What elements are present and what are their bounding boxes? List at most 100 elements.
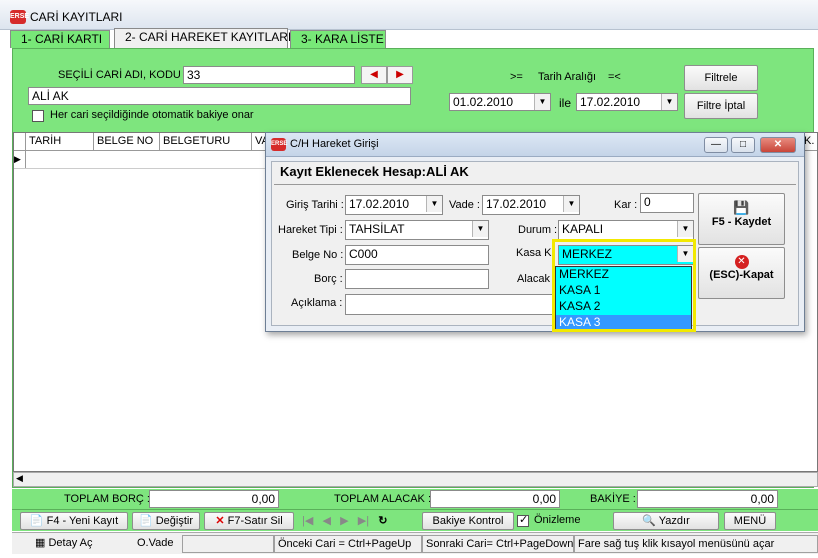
delete-row-button[interactable]: ✕ F7-Satır Sil [204, 512, 294, 530]
scroll-left-icon[interactable]: ◀ [16, 473, 23, 484]
next-cari-button[interactable]: ▶ [387, 66, 413, 84]
close-circle-icon: ✕ [734, 255, 749, 269]
close-icon[interactable]: ✕ [760, 137, 796, 153]
preview-label: Önizleme [534, 514, 581, 526]
dialog-title: C/H Hareket Girişi [290, 138, 379, 150]
print-label: Yazdır [658, 515, 690, 527]
detail-label: Detay Aç [48, 537, 93, 549]
total-alacak-label: TOPLAM ALACAK : [334, 493, 432, 505]
giris-date-select[interactable]: 17.02.2010 ▼ [345, 195, 443, 215]
next-record-icon[interactable]: ▶ [340, 515, 348, 527]
horizontal-scrollbar[interactable]: ◀ [13, 472, 818, 487]
menu-button[interactable]: MENÜ [724, 512, 776, 530]
ovade-label[interactable]: O.Vade [134, 535, 182, 553]
chevron-down-icon: ▼ [563, 196, 579, 212]
print-button[interactable]: 🔍 Yazdır [613, 512, 719, 530]
last-record-icon[interactable]: ▶| [358, 515, 369, 527]
belge-no-label: Belge No : [292, 249, 344, 261]
date-to-value: 17.02.2010 [580, 95, 641, 109]
new-record-button[interactable]: 📄 F4 - Yeni Kayıt [20, 512, 128, 530]
vade-date-select[interactable]: 17.02.2010 ▼ [482, 195, 580, 215]
total-alacak-value: 0,00 [430, 490, 560, 508]
durum-label: Durum : [518, 224, 558, 236]
dialog-header: Kayıt Eklenecek Hesap:ALİ AK [280, 164, 469, 179]
balance-check-button[interactable]: Bakiye Kontrol [422, 512, 514, 530]
document-icon: 📄 [29, 515, 44, 527]
refresh-icon[interactable]: ↻ [378, 515, 387, 527]
alacak-label: Alacak [517, 273, 551, 285]
table-row[interactable]: ▶ [14, 151, 274, 169]
col-belgeturu[interactable]: BELGETURU [160, 133, 252, 151]
borc-label: Borç : [314, 273, 343, 285]
giris-label: Giriş Tarihi : [286, 199, 344, 211]
edit-label: Değiştir [155, 515, 194, 527]
prev-record-icon[interactable]: ◀ [323, 515, 331, 527]
preview-checkbox[interactable]: ✓ [517, 514, 529, 527]
highlight-box [552, 239, 696, 332]
vade-date-value: 17.02.2010 [486, 197, 547, 211]
kar-input[interactable]: 0 [640, 193, 694, 213]
cari-code-input[interactable]: 33 [183, 66, 355, 84]
prev-cari-hint: Önceki Cari = Ctrl+PageUp [274, 535, 422, 553]
auto-balance-label: Her cari seçildiğinde otomatik bakiye on… [50, 109, 254, 121]
edit-button[interactable]: 📄 Değiştir [132, 512, 200, 530]
col-belge-no[interactable]: BELGE NO [94, 133, 160, 151]
chevron-down-icon: ▼ [677, 221, 693, 237]
filter-button[interactable]: Filtrele [684, 65, 758, 91]
total-borc-label: TOPLAM BORÇ : [64, 493, 150, 505]
detail-icon: ▦ [35, 537, 46, 549]
dialog-title-bar: ERSE C/H Hareket Girişi — □ ✕ [266, 133, 804, 157]
header-divider [274, 184, 796, 185]
tab-cari-hareket[interactable]: 2- CARİ HAREKET KAYITLARI [114, 28, 291, 48]
status-bar: ▦ Detay Aç O.Vade Önceki Cari = Ctrl+Pag… [12, 532, 818, 554]
bottom-toolbar: 📄 F4 - Yeni Kayıt 📄 Değiştir ✕ F7-Satır … [12, 509, 818, 531]
minimize-icon[interactable]: — [704, 137, 728, 153]
chevron-down-icon: ▼ [426, 196, 442, 212]
ovade-field [182, 535, 274, 553]
borc-input[interactable] [345, 269, 489, 289]
window-title-bar: ERSE CARİ KAYITLARI [0, 0, 818, 30]
prev-cari-button[interactable]: ◀ [361, 66, 387, 84]
close-button[interactable]: ✕ (ESC)-Kapat [698, 247, 785, 299]
vade-label: Vade : [449, 199, 480, 211]
maximize-icon[interactable]: □ [731, 137, 755, 153]
next-cari-hint: Sonraki Cari= Ctrl+PageDown [422, 535, 574, 553]
hareket-tipi-value: TAHSİLAT [349, 222, 405, 236]
date-to-select[interactable]: 17.02.2010 ▼ [576, 93, 678, 111]
belge-no-input[interactable]: C000 [345, 245, 489, 265]
chevron-down-icon: ▼ [472, 221, 488, 237]
bakiye-value: 0,00 [637, 490, 778, 508]
window-title: CARİ KAYITLARI [30, 10, 123, 24]
tab-kara-liste[interactable]: 3- KARA LİSTE [290, 30, 386, 48]
delete-label: F7-Satır Sil [227, 515, 283, 527]
aciklama-label: Açıklama : [291, 297, 343, 309]
aciklama-input[interactable] [345, 294, 557, 315]
date-from-value: 01.02.2010 [453, 95, 514, 109]
gte-label: >= [510, 71, 523, 83]
delete-x-icon: ✕ [215, 515, 225, 527]
detail-open-button[interactable]: ▦ Detay Aç [32, 535, 124, 553]
tab-cari-karti[interactable]: 1- CARİ KARTI [10, 30, 110, 48]
grid-indicator-col [14, 133, 26, 151]
durum-value: KAPALI [562, 222, 604, 236]
account-value: ALİ AK [425, 164, 469, 179]
date-from-select[interactable]: 01.02.2010 ▼ [449, 93, 551, 111]
auto-balance-checkbox[interactable] [32, 110, 44, 122]
dialog-body: Kayıt Eklenecek Hesap:ALİ AK Giriş Tarih… [271, 161, 799, 326]
record-navigator[interactable]: |◀ ◀ ▶ ▶| ↻ [302, 514, 412, 527]
check-icon: ✓ [519, 514, 529, 526]
filter-cancel-button[interactable]: Filtre İptal [684, 93, 758, 119]
app-logo-icon: ERSE [271, 138, 287, 151]
durum-select[interactable]: KAPALI ▼ [558, 220, 694, 240]
col-tarih[interactable]: TARİH [26, 133, 94, 151]
totals-bar: TOPLAM BORÇ : 0,00 TOPLAM ALACAK : 0,00 … [12, 489, 818, 509]
print-icon: 🔍 [642, 515, 656, 527]
account-label: Kayıt Eklenecek Hesap: [280, 164, 426, 179]
chevron-down-icon: ▼ [661, 94, 677, 110]
kasa-label: Kasa K [516, 247, 552, 259]
cari-name-input[interactable]: ALİ AK [28, 87, 411, 105]
save-button[interactable]: 💾 F5 - Kaydet [698, 193, 785, 245]
first-record-icon[interactable]: |◀ [302, 515, 313, 527]
lte-label: =< [608, 71, 621, 83]
hareket-tipi-select[interactable]: TAHSİLAT ▼ [345, 220, 489, 240]
